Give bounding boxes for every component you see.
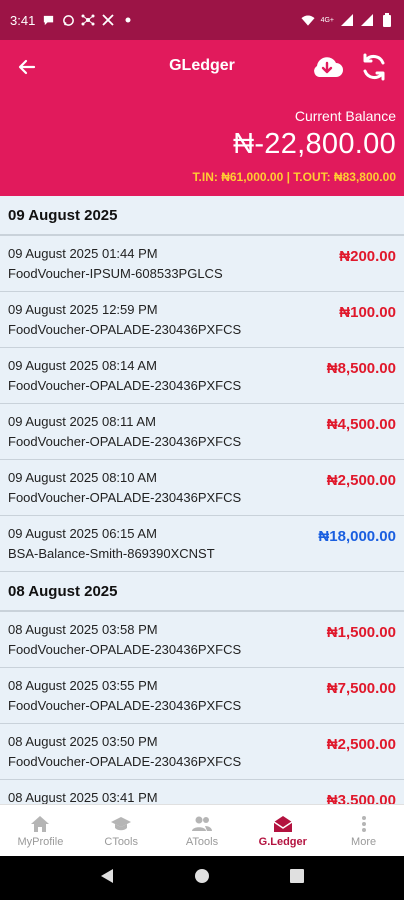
transaction-row[interactable]: 08 August 2025 03:41 PM ₦3,500.00 [0,780,404,804]
transaction-row[interactable]: 09 August 2025 08:10 AM FoodVoucher-OPAL… [0,460,404,516]
date-group-header: 08 August 2025 [0,572,404,612]
bottom-navigation: MyProfile CTools ATools G.Ledger More [0,804,404,856]
chat-bubble-icon [41,13,55,27]
system-back-button[interactable] [100,868,114,889]
nav-label: MyProfile [17,835,64,848]
transaction-description: FoodVoucher-IPSUM-608533PGLCS [8,266,223,281]
transaction-row[interactable]: 09 August 2025 08:14 AM FoodVoucher-OPAL… [0,348,404,404]
tools-icon [101,13,115,27]
transaction-description: BSA-Balance-Smith-869390XCNST [8,546,215,561]
people-icon [191,814,213,834]
circle-home-icon [195,868,209,883]
notification-dot-icon [121,13,135,27]
cloud-download-icon [314,57,343,77]
nav-item-myprofile[interactable]: MyProfile [0,805,81,856]
signal-icon [340,13,354,27]
transaction-amount: ₦4,500.00 [326,416,396,433]
transaction-amount: ₦200.00 [339,248,396,265]
transaction-row[interactable]: 09 August 2025 06:15 AM BSA-Balance-Smit… [0,516,404,572]
transaction-amount: ₦2,500.00 [326,736,396,753]
transaction-description: FoodVoucher-OPALADE-230436PXFCS [8,434,242,449]
transaction-amount: ₦100.00 [339,304,396,321]
transaction-datetime: 09 August 2025 12:59 PM [8,302,158,317]
transaction-amount: ₦18,000.00 [318,528,396,545]
transaction-amount: ₦2,500.00 [326,472,396,489]
transaction-amount: ₦3,500.00 [326,792,396,804]
transaction-datetime: 09 August 2025 01:44 PM [8,246,158,261]
whatsapp-icon [61,13,75,27]
nav-item-atools[interactable]: ATools [162,805,243,856]
more-vertical-icon [353,814,375,834]
arrow-left-icon [18,59,36,75]
home-icon [29,814,51,834]
nav-item-ctools[interactable]: CTools [81,805,162,856]
envelope-open-icon [272,814,294,834]
signal-icon [360,13,374,27]
back-button[interactable] [14,54,40,80]
graduation-cap-icon [110,814,132,834]
status-bar: 3:41 4G+ [0,0,404,40]
transaction-row[interactable]: 08 August 2025 03:58 PM FoodVoucher-OPAL… [0,612,404,668]
date-group-header: 09 August 2025 [0,196,404,236]
nav-item-more[interactable]: More [323,805,404,856]
transaction-datetime: 08 August 2025 03:55 PM [8,678,158,693]
transaction-description: FoodVoucher-OPALADE-230436PXFCS [8,378,242,393]
transaction-row[interactable]: 09 August 2025 08:11 AM FoodVoucher-OPAL… [0,404,404,460]
refresh-icon [363,53,385,81]
toolbar: GLedger [0,40,404,94]
square-recents-icon [290,868,304,883]
transaction-description: FoodVoucher-OPALADE-230436PXFCS [8,642,242,657]
transaction-row[interactable]: 09 August 2025 12:59 PM FoodVoucher-OPAL… [0,292,404,348]
transaction-datetime: 08 August 2025 03:58 PM [8,622,158,637]
app-header: GLedger Current Balance ₦-22,800.00 T.IN… [0,40,404,196]
transaction-datetime: 08 August 2025 03:50 PM [8,734,158,749]
system-home-button[interactable] [194,868,210,889]
totals-summary: T.IN: ₦61,000.00 | T.OUT: ₦83,800.00 [192,170,396,184]
system-recents-button[interactable] [290,868,304,888]
nav-label: More [351,835,377,848]
transaction-datetime: 09 August 2025 08:10 AM [8,470,157,485]
transaction-datetime: 09 August 2025 06:15 AM [8,526,157,541]
network-type: 4G+ [320,16,334,24]
current-balance-label: Current Balance [294,108,396,124]
transaction-row[interactable]: 09 August 2025 01:44 PM FoodVoucher-IPSU… [0,236,404,292]
network-share-icon [81,13,95,27]
transaction-datetime: 09 August 2025 08:11 AM [8,414,156,429]
nav-item-gledger[interactable]: G.Ledger [242,805,323,856]
refresh-button[interactable] [358,51,390,83]
transaction-row[interactable]: 08 August 2025 03:55 PM FoodVoucher-OPAL… [0,668,404,724]
nav-label: ATools [185,835,219,848]
nav-label: CTools [104,835,138,848]
transaction-description: FoodVoucher-OPALADE-230436PXFCS [8,754,242,769]
current-balance-value: ₦-22,800.00 [233,128,396,160]
status-time: 3:41 [10,12,36,28]
system-navigation-bar [0,856,404,900]
transaction-description: FoodVoucher-OPALADE-230436PXFCS [8,490,242,505]
transaction-list[interactable]: 09 August 2025 09 August 2025 01:44 PM F… [0,196,404,804]
transaction-datetime: 08 August 2025 03:41 PM [8,790,158,804]
transaction-datetime: 09 August 2025 08:14 AM [8,358,157,373]
transaction-description: FoodVoucher-OPALADE-230436PXFCS [8,322,242,337]
battery-icon [380,13,394,27]
transaction-amount: ₦7,500.00 [326,680,396,697]
transaction-amount: ₦1,500.00 [326,624,396,641]
triangle-back-icon [101,868,113,883]
download-button[interactable] [310,51,344,83]
transaction-row[interactable]: 08 August 2025 03:50 PM FoodVoucher-OPAL… [0,724,404,780]
nav-label: G.Ledger [258,835,307,848]
transaction-amount: ₦8,500.00 [326,360,396,377]
wifi-icon [301,13,315,27]
transaction-description: FoodVoucher-OPALADE-230436PXFCS [8,698,242,713]
